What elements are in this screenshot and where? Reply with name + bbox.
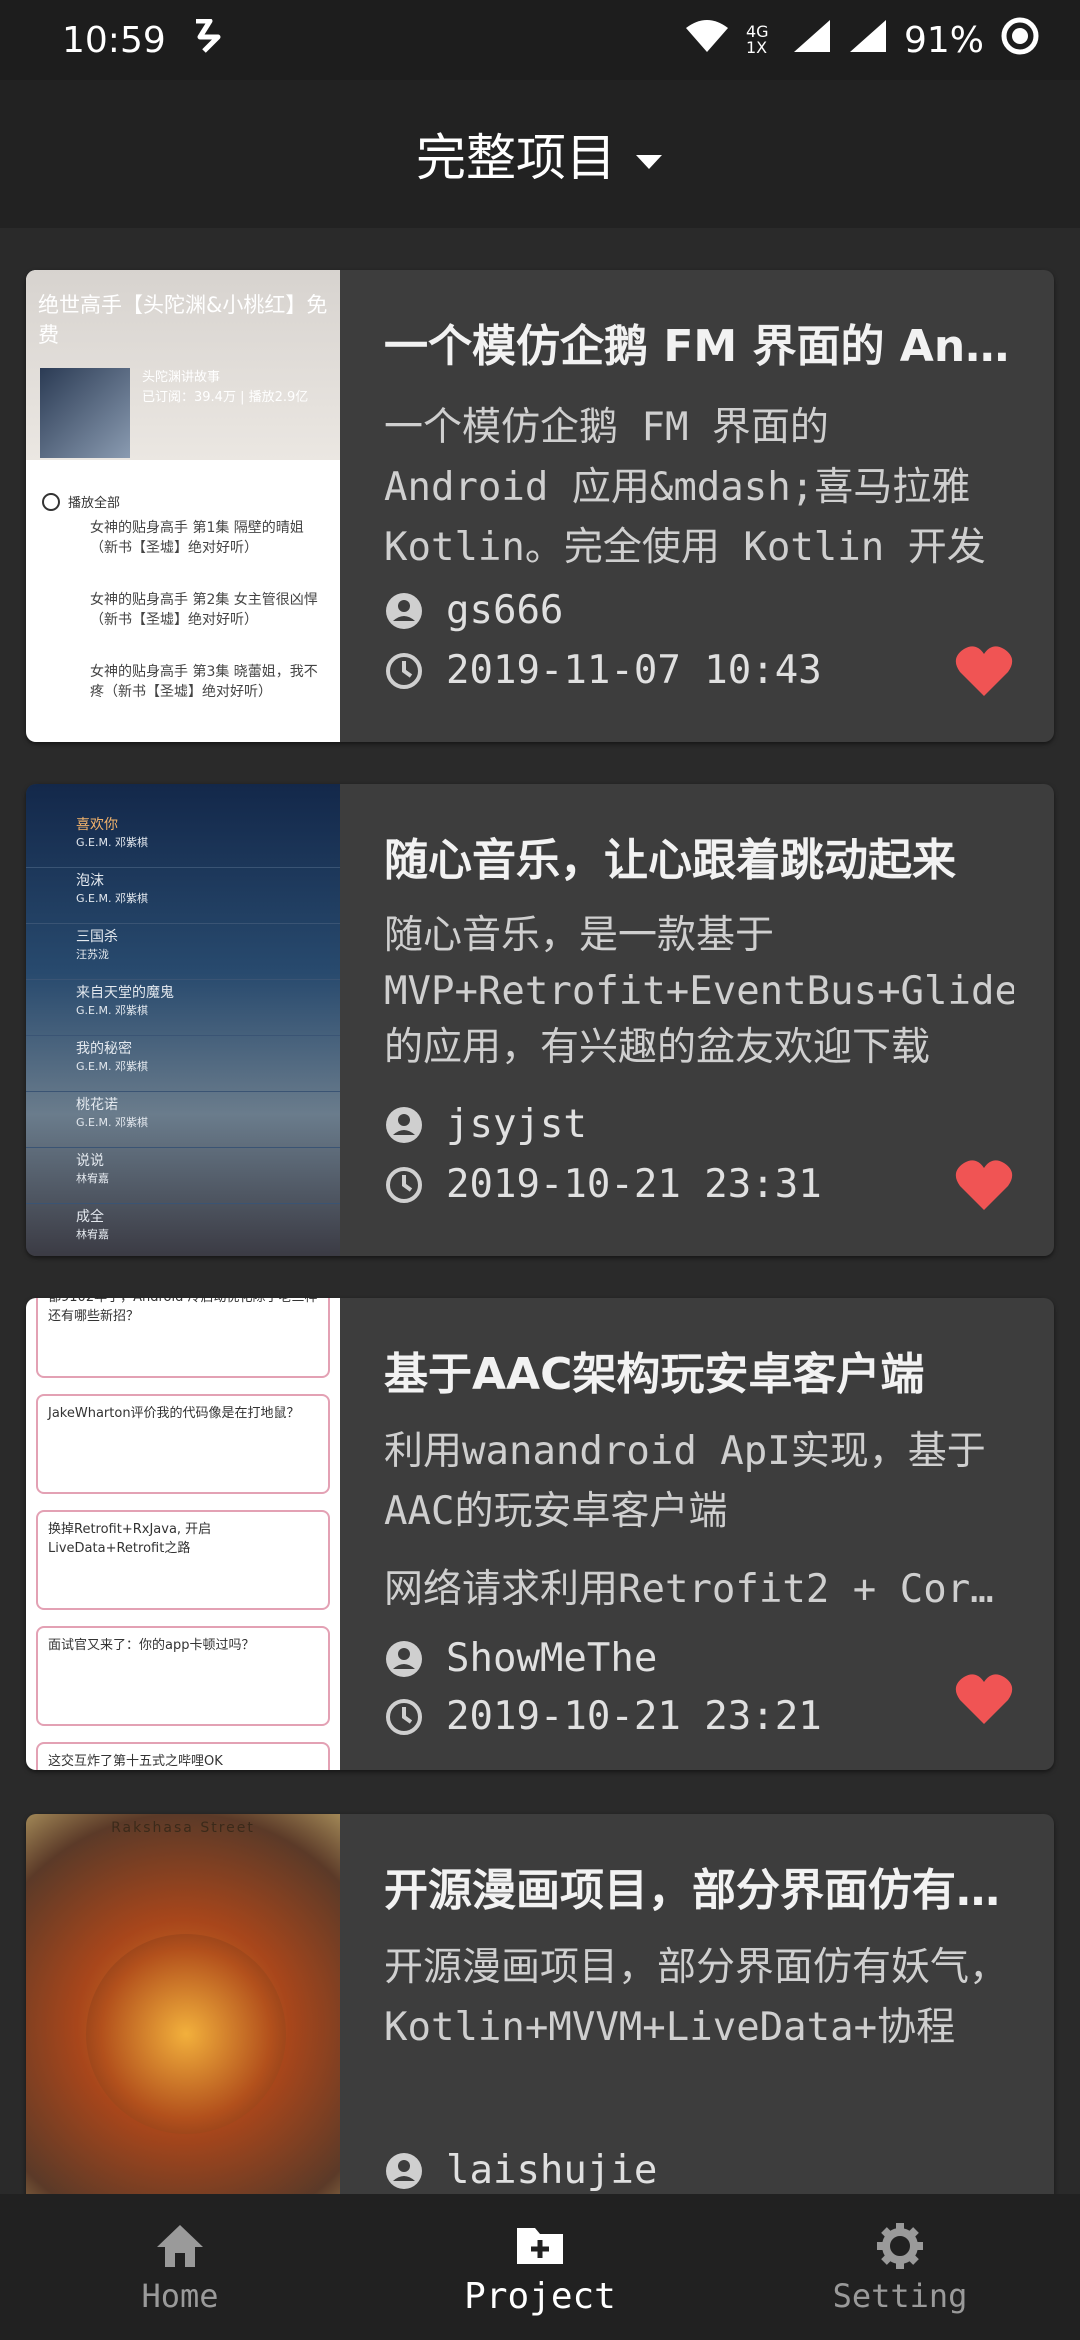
card-author: ShowMeThe (446, 1636, 658, 1681)
play-circle-icon (42, 492, 60, 511)
card-author-row: jsyjst (384, 1102, 587, 1147)
tab-project[interactable]: Project (360, 2194, 720, 2340)
card-author-row: ShowMeThe (384, 1636, 657, 1681)
status-time: 10:59 (62, 19, 166, 61)
account-icon (384, 1105, 424, 1145)
clock-icon (384, 1697, 424, 1737)
card-author: jsyjst (446, 1102, 587, 1147)
album-cover (40, 368, 130, 458)
thumb-episode: 女神的贴身高手 第1集 隔壁的晴姐（新书【圣墟】绝对好听） (90, 520, 304, 556)
page-title: 完整项目 (416, 129, 616, 187)
project-thumbnail: 绝世高手【头陀渊&小桃红】免费 头陀渊讲故事 已订阅：39.4万 | 播放2.9… (26, 270, 340, 742)
thumb-sub1: 头陀渊讲故事 (142, 370, 221, 385)
thumb-post: JakeWharton评价我的代码像是在打地鼠？ (36, 1394, 330, 1494)
project-thumbnail: 喜欢你 G.E.M. 邓紫棋 泡沫 G.E.M. 邓紫棋 三国杀 汪苏泷 来自天堂的魔… (26, 784, 340, 1256)
thumb-post: 都9102年了，Android 冷启动优化除了老三样还有哪些新招？ (36, 1298, 330, 1378)
thumb-sub2: 已订阅：39.4万 | 播放2.9亿 (142, 390, 309, 405)
signal-icon (792, 18, 832, 63)
folder-add-icon (517, 2227, 563, 2264)
status-bar: 10:59 4G 1X 91% (0, 0, 1080, 80)
account-icon (384, 1639, 424, 1679)
heart-icon[interactable] (954, 1672, 1014, 1726)
app-bar: 完整项目 (0, 80, 1080, 228)
card-author: gs666 (446, 588, 564, 633)
thumb-header-text: 绝世高手【头陀渊&小桃红】免费 (38, 293, 328, 347)
project-card[interactable]: 喜欢你 G.E.M. 邓紫棋 泡沫 G.E.M. 邓紫棋 三国杀 汪苏泷 来自天堂的魔… (26, 784, 1054, 1256)
thumb-song: 三国杀 汪苏泷 (26, 926, 340, 980)
card-description: 一个模仿企鹅 FM 界面的 Android 应用&mdash;喜马拉雅Kotli… (384, 405, 986, 570)
clock-icon (384, 651, 424, 691)
tab-label: Setting (832, 2277, 968, 2315)
thumb-episode: 女神的贴身高手 第2集 女主管很凶悍（新书【圣墟】绝对好听） (90, 592, 318, 628)
project-thumbnail: Rakshasa Street (26, 1814, 340, 2194)
card-date-row: 2019-11-07 10:43 (384, 648, 822, 693)
project-thumbnail: 都9102年了，Android 冷启动优化除了老三样还有哪些新招？ JakeWh… (26, 1298, 340, 1770)
network-type: 4G 1X (745, 22, 769, 57)
robot-figure (86, 1934, 286, 2134)
clock-icon (384, 1165, 424, 1205)
battery-level: 91% (903, 19, 984, 61)
thumb-caption: Rakshasa Street (111, 1820, 255, 1836)
project-card[interactable]: 绝世高手【头陀渊&小桃红】免费 头陀渊讲故事 已订阅：39.4万 | 播放2.9… (26, 270, 1054, 742)
card-description-line2: 网络请求利用Retrofit2 + Coroutines (384, 1567, 1014, 1612)
card-title: 一个模仿企鹅 FM 界面的 Android 应用&mdash;喜马拉雅Kotli… (384, 321, 1014, 372)
card-date: 2019-11-07 10:43 (446, 648, 822, 693)
battery-icon (1000, 16, 1040, 65)
project-card[interactable]: Rakshasa Street 开源漫画项目，部分界面仿有妖气 开源漫画项目，部… (26, 1814, 1054, 2194)
project-list[interactable]: 绝世高手【头陀渊&小桃红】免费 头陀渊讲故事 已订阅：39.4万 | 播放2.9… (0, 228, 1080, 2194)
card-date-row: 2019-10-21 23:31 (384, 1162, 822, 1207)
home-icon (157, 2225, 203, 2267)
thumb-song: 泡沫 G.E.M. 邓紫棋 (26, 870, 340, 924)
thumb-post: 面试官又来了：你的app卡顿过吗？ (36, 1626, 330, 1726)
heart-icon[interactable] (954, 1158, 1014, 1212)
card-description: 随心音乐，是一款基于MVP+Retrofit+EventBus+Glide的应用… (384, 913, 1014, 1070)
bottom-navigation: Home Project Setting (0, 2194, 1080, 2340)
card-description: 开源漫画项目，部分界面仿有妖气，Kotlin+MVVM+LiveData+协程 (384, 1945, 1009, 2050)
wifi-icon (684, 18, 730, 63)
card-date: 2019-10-21 23:21 (446, 1694, 822, 1739)
thumb-header: 绝世高手【头陀渊&小桃红】免费 头陀渊讲故事 已订阅：39.4万 | 播放2.9… (26, 270, 340, 460)
card-author: laishujie (446, 2148, 658, 2193)
signal-icon-2 (848, 18, 888, 63)
card-title: 开源漫画项目，部分界面仿有妖气 (384, 1865, 1014, 1916)
card-description: 利用wanandroid ApI实现，基于AAC的玩安卓客户端 (384, 1429, 986, 1534)
card-date-row: 2019-10-21 23:21 (384, 1694, 822, 1739)
thumb-episode: 女神的贴身高手 第3集 晓蕾姐，我不疼（新书【圣墟】绝对好听） (90, 664, 318, 700)
project-card[interactable]: 都9102年了，Android 冷启动优化除了老三样还有哪些新招？ JakeWh… (26, 1298, 1054, 1770)
tab-label: Home (141, 2277, 219, 2315)
thumb-song: 喜欢你 G.E.M. 邓紫棋 (26, 814, 340, 868)
flash-icon (192, 18, 222, 62)
heart-icon[interactable] (954, 644, 1014, 698)
thumb-post: 换掉Retrofit+RxJava, 开启LiveData+Retrofit之路 (36, 1510, 330, 1610)
thumb-post: 这交互炸了第十五式之哔哩OK (36, 1742, 330, 1770)
card-date: 2019-10-21 23:31 (446, 1162, 822, 1207)
account-icon (384, 591, 424, 631)
tab-label: Project (464, 2275, 616, 2317)
card-author-row: laishujie (384, 2148, 657, 2193)
card-author-row: gs666 (384, 588, 563, 633)
caret-down-icon (634, 125, 664, 183)
account-icon (384, 2151, 424, 2191)
thumb-song: 桃花诺 G.E.M. 邓紫棋 (26, 1094, 340, 1148)
thumb-song: 我的秘密 G.E.M. 邓紫棋 (26, 1038, 340, 1092)
card-title: 基于AAC架构玩安卓客户端 (384, 1349, 925, 1400)
thumb-song: 说说 林宥嘉 (26, 1150, 340, 1204)
thumb-song: 来自天堂的魔鬼 G.E.M. 邓紫棋 (26, 982, 340, 1036)
thumb-play-all: 播放全部 (68, 496, 121, 511)
thumb-song: 成全 林宥嘉 (26, 1206, 340, 1256)
card-title: 随心音乐，让心跟着跳动起来 (384, 835, 956, 886)
category-selector[interactable]: 完整项目 (416, 118, 664, 190)
gear-icon (877, 2223, 923, 2269)
tab-setting[interactable]: Setting (720, 2194, 1080, 2340)
tab-home[interactable]: Home (0, 2194, 360, 2340)
